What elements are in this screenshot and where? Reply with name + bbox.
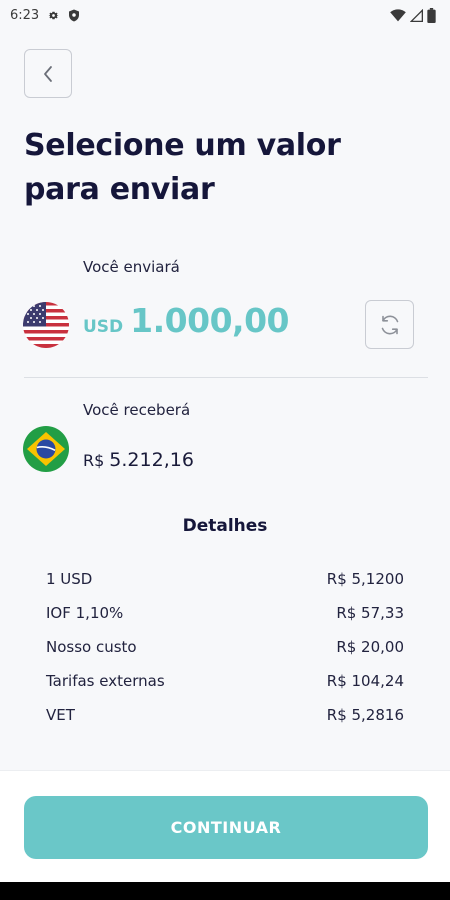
detail-row-our-cost: Nosso custo R$ 20,00 xyxy=(46,630,404,664)
swap-currency-button[interactable] xyxy=(365,300,414,349)
divider xyxy=(24,377,428,378)
detail-row-rate: 1 USD R$ 5,1200 xyxy=(46,562,404,596)
brazil-flag-icon xyxy=(23,426,69,472)
detail-value: R$ 5,2816 xyxy=(326,706,404,724)
detail-label: 1 USD xyxy=(46,570,93,588)
receive-amount-value: 5.212,16 xyxy=(109,449,194,471)
detail-row-iof: IOF 1,10% R$ 57,33 xyxy=(46,596,404,630)
continue-button[interactable]: CONTINUAR xyxy=(24,796,428,859)
refresh-icon xyxy=(381,315,398,334)
battery-icon xyxy=(427,7,436,23)
detail-row-vet: VET R$ 5,2816 xyxy=(46,698,404,732)
back-button[interactable] xyxy=(24,49,72,98)
receive-amount: R$ 5.212,16 xyxy=(83,449,194,471)
receive-label: Você receberá xyxy=(83,401,191,419)
status-time: 6:23 xyxy=(10,7,40,23)
system-navigation-bar xyxy=(0,882,450,900)
shield-icon xyxy=(69,9,80,21)
detail-label: Nosso custo xyxy=(46,638,137,656)
detail-row-external-fees: Tarifas externas R$ 104,24 xyxy=(46,664,404,698)
detail-label: VET xyxy=(46,706,75,724)
page-title: Selecione um valor para enviar xyxy=(24,128,341,207)
wifi-icon xyxy=(390,8,406,21)
status-bar: 6:23 xyxy=(0,0,450,30)
send-currency: USD xyxy=(83,317,124,337)
send-amount[interactable]: USD 1.000,00 xyxy=(83,301,290,340)
detail-label: Tarifas externas xyxy=(46,672,165,690)
signal-icon xyxy=(410,8,423,22)
detail-label: IOF 1,10% xyxy=(46,604,124,622)
send-amount-value[interactable]: 1.000,00 xyxy=(130,301,289,340)
details-list: 1 USD R$ 5,1200 IOF 1,10% R$ 57,33 Nosso… xyxy=(46,562,404,732)
chevron-left-icon xyxy=(44,65,52,82)
detail-value: R$ 104,24 xyxy=(326,672,404,690)
send-label: Você enviará xyxy=(83,258,180,276)
us-flag-icon xyxy=(23,302,69,348)
details-title: Detalhes xyxy=(182,516,268,536)
detail-value: R$ 20,00 xyxy=(336,638,404,656)
receive-currency: R$ xyxy=(83,451,105,470)
detail-value: R$ 57,33 xyxy=(336,604,404,622)
settings-gear-icon xyxy=(48,11,59,19)
detail-value: R$ 5,1200 xyxy=(326,570,404,588)
footer: CONTINUAR xyxy=(0,770,450,882)
